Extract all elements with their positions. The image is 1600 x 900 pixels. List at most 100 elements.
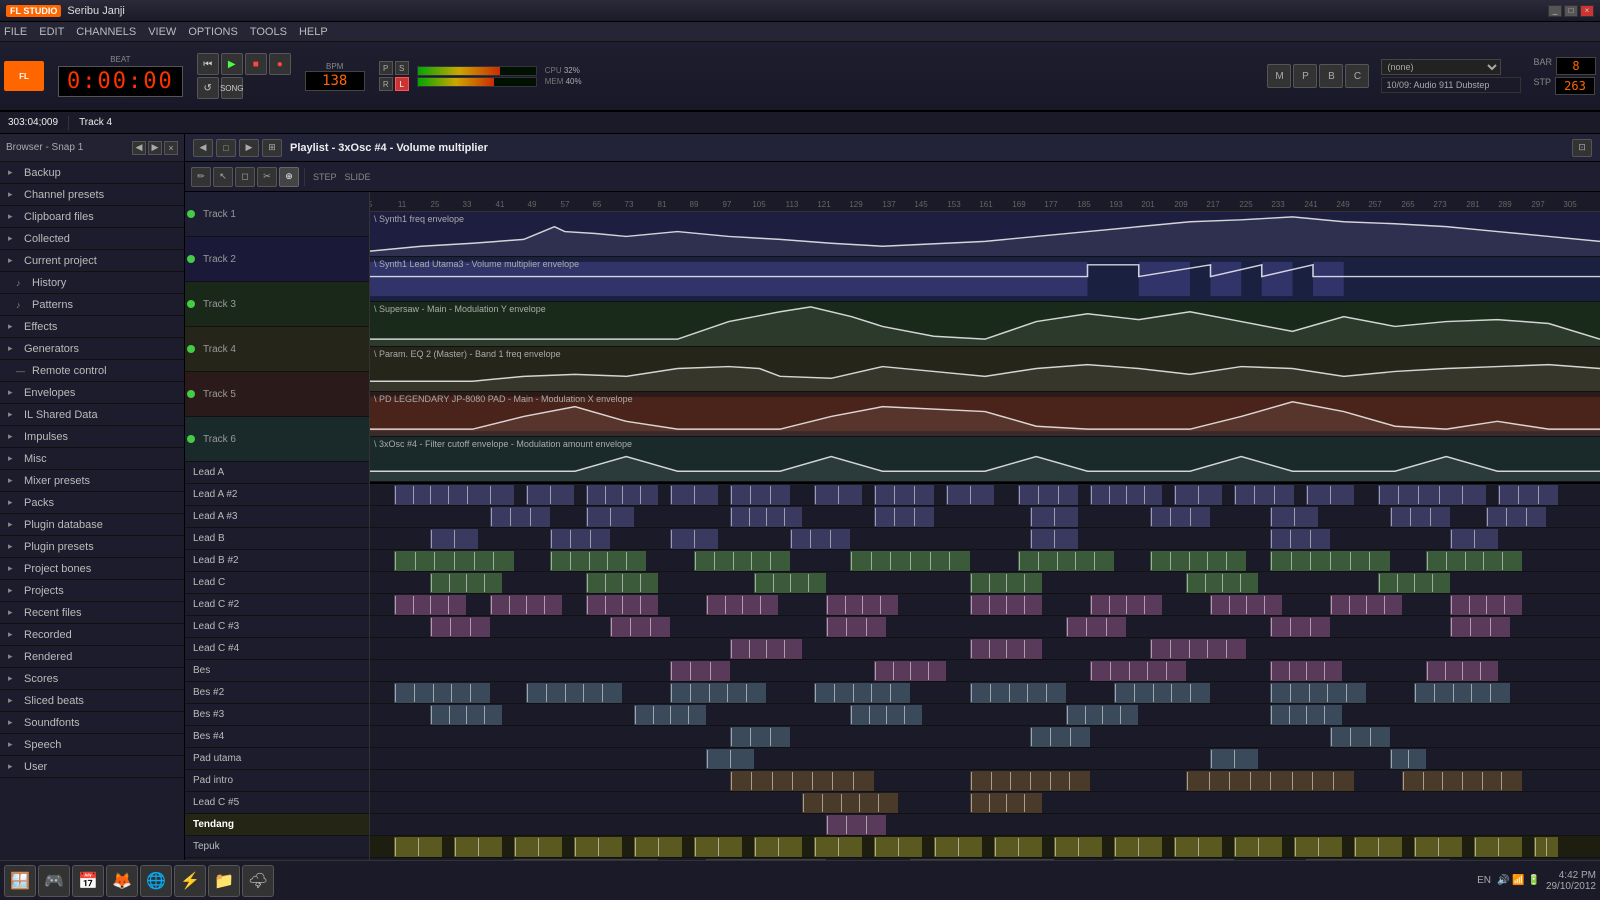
sidebar-item-collected[interactable]: ▸ Collected — [0, 228, 184, 250]
pattern-block[interactable] — [430, 617, 490, 637]
playlist-btn-1[interactable]: ◀ — [193, 139, 213, 157]
taskbar-firefox[interactable]: 🦊 — [106, 865, 138, 897]
channels-btn[interactable]: C — [1345, 64, 1369, 88]
pattern-block[interactable] — [670, 485, 718, 505]
sidebar-item-recorded[interactable]: ▸ Recorded — [0, 624, 184, 646]
pattern-block[interactable] — [394, 595, 466, 615]
playlist-btn-2[interactable]: □ — [216, 139, 236, 157]
sidebar-item-generators[interactable]: ▸ Generators — [0, 338, 184, 360]
pattern-block[interactable] — [634, 705, 706, 725]
pattern-block[interactable] — [694, 551, 790, 571]
pattern-block[interactable] — [946, 485, 994, 505]
pattern-block[interactable] — [706, 595, 778, 615]
piano-btn[interactable]: P — [1293, 64, 1317, 88]
pattern-block[interactable] — [850, 705, 922, 725]
menu-channels[interactable]: CHANNELS — [76, 26, 136, 38]
menu-tools[interactable]: TOOLS — [250, 26, 287, 38]
bpm-display[interactable]: 138 — [305, 71, 365, 91]
pattern-block[interactable] — [1114, 683, 1210, 703]
close-button[interactable]: × — [1580, 5, 1594, 17]
taskbar-steam[interactable]: 🎮 — [38, 865, 70, 897]
pattern-block[interactable] — [670, 529, 718, 549]
live-btn[interactable]: L — [395, 77, 409, 91]
taskbar-app3[interactable]: ⚡ — [174, 865, 206, 897]
pattern-block[interactable] — [1054, 837, 1102, 857]
browser-close[interactable]: × — [164, 141, 178, 155]
pattern-block[interactable] — [1306, 485, 1354, 505]
sidebar-item-channel-presets[interactable]: ▸ Channel presets — [0, 184, 184, 206]
pattern-block[interactable] — [1534, 837, 1558, 857]
pattern-block[interactable] — [1186, 573, 1258, 593]
pattern-block[interactable] — [1402, 771, 1522, 791]
pattern-block[interactable] — [1390, 507, 1450, 527]
pattern-block[interactable] — [970, 683, 1066, 703]
menu-help[interactable]: HELP — [299, 26, 328, 38]
pattern-block[interactable] — [454, 837, 502, 857]
pattern-block[interactable] — [1090, 485, 1162, 505]
pattern-block[interactable] — [826, 815, 886, 835]
pattern-block[interactable] — [1426, 661, 1498, 681]
pattern-block[interactable] — [1450, 529, 1498, 549]
sidebar-item-backup[interactable]: ▸ Backup — [0, 162, 184, 184]
sidebar-item-current-project[interactable]: ▸ Current project — [0, 250, 184, 272]
browser-nav-right[interactable]: ▶ — [148, 141, 162, 155]
sidebar-item-rendered[interactable]: ▸ Rendered — [0, 646, 184, 668]
pattern-block[interactable] — [1438, 485, 1486, 505]
pattern-block[interactable] — [1354, 837, 1402, 857]
sidebar-item-user[interactable]: ▸ User — [0, 756, 184, 778]
tool-slice[interactable]: ✂ — [257, 167, 277, 187]
pattern-block[interactable] — [1270, 507, 1318, 527]
sidebar-item-effects[interactable]: ▸ Effects — [0, 316, 184, 338]
sidebar-item-history[interactable]: ♪ History — [0, 272, 184, 294]
pattern-block[interactable] — [1486, 507, 1546, 527]
pattern-block[interactable] — [1270, 551, 1390, 571]
pattern-block[interactable] — [634, 837, 682, 857]
pattern-block[interactable] — [586, 573, 658, 593]
pattern-block[interactable] — [814, 837, 862, 857]
sidebar-item-soundfonts[interactable]: ▸ Soundfonts — [0, 712, 184, 734]
pattern-block[interactable] — [1414, 683, 1510, 703]
sidebar-item-patterns[interactable]: ♪ Patterns — [0, 294, 184, 316]
pattern-block[interactable] — [814, 485, 862, 505]
pattern-block[interactable] — [1450, 595, 1522, 615]
sidebar-item-packs[interactable]: ▸ Packs — [0, 492, 184, 514]
pattern-block[interactable] — [1294, 837, 1342, 857]
pattern-block[interactable] — [970, 793, 1042, 813]
pattern-block[interactable] — [1090, 661, 1186, 681]
pattern-block[interactable] — [730, 771, 874, 791]
menu-view[interactable]: VIEW — [148, 26, 176, 38]
sidebar-item-clipboard-files[interactable]: ▸ Clipboard files — [0, 206, 184, 228]
pattern-block[interactable] — [430, 573, 502, 593]
tool-zoom[interactable]: ⊕ — [279, 167, 299, 187]
pattern-block[interactable] — [1030, 507, 1078, 527]
menu-edit[interactable]: EDIT — [39, 26, 64, 38]
pattern-block[interactable] — [730, 639, 802, 659]
pattern-block[interactable] — [1270, 617, 1330, 637]
pattern-block[interactable] — [1066, 617, 1126, 637]
pattern-block[interactable] — [1018, 551, 1114, 571]
pattern-block[interactable] — [550, 551, 646, 571]
pattern-block[interactable] — [730, 727, 790, 747]
pattern-block[interactable] — [1270, 683, 1366, 703]
rewind-button[interactable]: ⏮ — [197, 53, 219, 75]
pattern-block[interactable] — [706, 749, 754, 769]
pattern-block[interactable] — [754, 837, 802, 857]
tool-select[interactable]: ↖ — [213, 167, 233, 187]
pattern-block[interactable] — [394, 551, 514, 571]
pat-btn[interactable]: P — [379, 61, 393, 75]
mixer-btn[interactable]: M — [1267, 64, 1291, 88]
pattern-block[interactable] — [874, 661, 946, 681]
pattern-block[interactable] — [1210, 595, 1282, 615]
pattern-block[interactable] — [754, 573, 826, 593]
pattern-block[interactable] — [586, 595, 658, 615]
pattern-block[interactable] — [694, 837, 742, 857]
pattern-block[interactable] — [1234, 837, 1282, 857]
playlist-expand-btn[interactable]: ⊡ — [1572, 139, 1592, 157]
rec-btn[interactable]: R — [379, 77, 393, 91]
sidebar-item-plugin-database[interactable]: ▸ Plugin database — [0, 514, 184, 536]
taskbar-app2[interactable]: 🌐 — [140, 865, 172, 897]
pattern-block[interactable] — [586, 485, 658, 505]
pattern-block[interactable] — [394, 837, 442, 857]
pattern-block[interactable] — [1330, 727, 1390, 747]
pattern-block[interactable] — [1186, 771, 1354, 791]
